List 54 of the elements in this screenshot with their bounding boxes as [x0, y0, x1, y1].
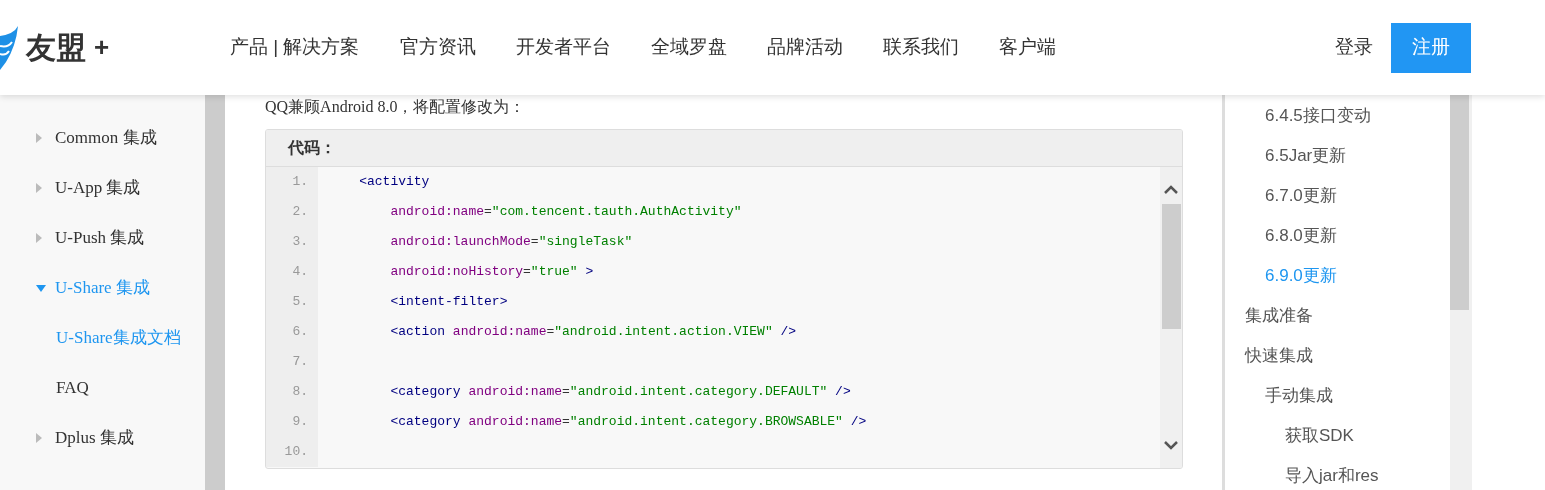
caret-right-icon	[36, 433, 42, 443]
line-number: 5.	[292, 293, 308, 312]
nav-link[interactable]: 产品 | 解决方案	[230, 33, 360, 62]
sidebar-scrollbar[interactable]	[205, 95, 225, 490]
line-number: 9.	[292, 413, 308, 432]
code-line: android:name="com.tencent.tauth.AuthActivity"	[389, 203, 742, 222]
code-title: 代码：	[288, 138, 336, 158]
scrollbar[interactable]	[1160, 167, 1182, 468]
toc-link[interactable]: 6.4.5接口变动	[1225, 96, 1450, 136]
sidebar-item[interactable]: U-App 集成	[0, 163, 205, 213]
toc-link[interactable]: 集成准备	[1225, 296, 1450, 336]
toc-link[interactable]: 6.8.0更新	[1225, 216, 1450, 256]
login-link[interactable]: 登录	[1335, 33, 1373, 62]
code-line: android:noHistory="true" >	[389, 263, 594, 282]
line-number: 3.	[292, 233, 308, 252]
caret-right-icon	[36, 233, 42, 243]
logo-text: 友盟	[26, 30, 86, 66]
caret-right-icon	[36, 183, 42, 193]
code-line: <category android:name="android.intent.category.BROWSABLE" />	[389, 413, 867, 432]
toc-link[interactable]: 获取SDK	[1225, 416, 1450, 456]
line-number: 2.	[292, 203, 308, 222]
nav-link[interactable]: 开发者平台	[515, 33, 611, 62]
sidebar-item[interactable]: U-Push 集成	[0, 213, 205, 263]
chevron-up-icon[interactable]	[1164, 185, 1178, 194]
toc-link[interactable]: 手动集成	[1225, 376, 1450, 416]
line-number: 6.	[292, 323, 308, 342]
code-line: android:launchMode="singleTask"	[389, 233, 633, 252]
nav-link[interactable]: 官方资讯	[399, 33, 476, 62]
nav-link[interactable]: 全域罗盘	[650, 33, 727, 62]
line-number: 8.	[292, 383, 308, 402]
intro-paragraph: QQ兼顾Android 8.0，将配置修改为：	[265, 97, 527, 117]
nav-link[interactable]: 品牌活动	[766, 33, 843, 62]
toc-link[interactable]: 快速集成	[1225, 336, 1450, 376]
line-number: 1.	[292, 173, 308, 192]
nav-link[interactable]: 联系我们	[882, 33, 959, 62]
toc-scrollbar[interactable]	[1450, 95, 1472, 490]
sidebar-item[interactable]: Dplus 集成	[0, 413, 205, 463]
line-number: 7.	[292, 353, 308, 372]
code-line: <activity	[358, 173, 430, 192]
logo-plus: +	[94, 31, 110, 64]
caret-right-icon	[36, 133, 42, 143]
caret-down-icon	[36, 284, 46, 292]
sidebar-subitem[interactable]: FAQ	[0, 363, 205, 413]
chevron-down-icon[interactable]	[1164, 441, 1178, 450]
toc-link[interactable]: 6.7.0更新	[1225, 176, 1450, 216]
code-line: <action android:name="android.intent.action.VIEW" />	[389, 323, 797, 342]
toc-link[interactable]: 6.5Jar更新	[1225, 136, 1450, 176]
sidebar-item[interactable]: Common 集成	[0, 113, 205, 163]
code-line: <intent-filter>	[389, 293, 508, 312]
code-line: <category android:name="android.intent.category.DEFAULT" />	[389, 383, 851, 402]
line-number: 4.	[292, 263, 308, 282]
nav-link[interactable]: 客户端	[998, 33, 1056, 62]
line-number: 10.	[284, 443, 308, 462]
toc-link[interactable]: 导入jar和res	[1225, 456, 1450, 490]
